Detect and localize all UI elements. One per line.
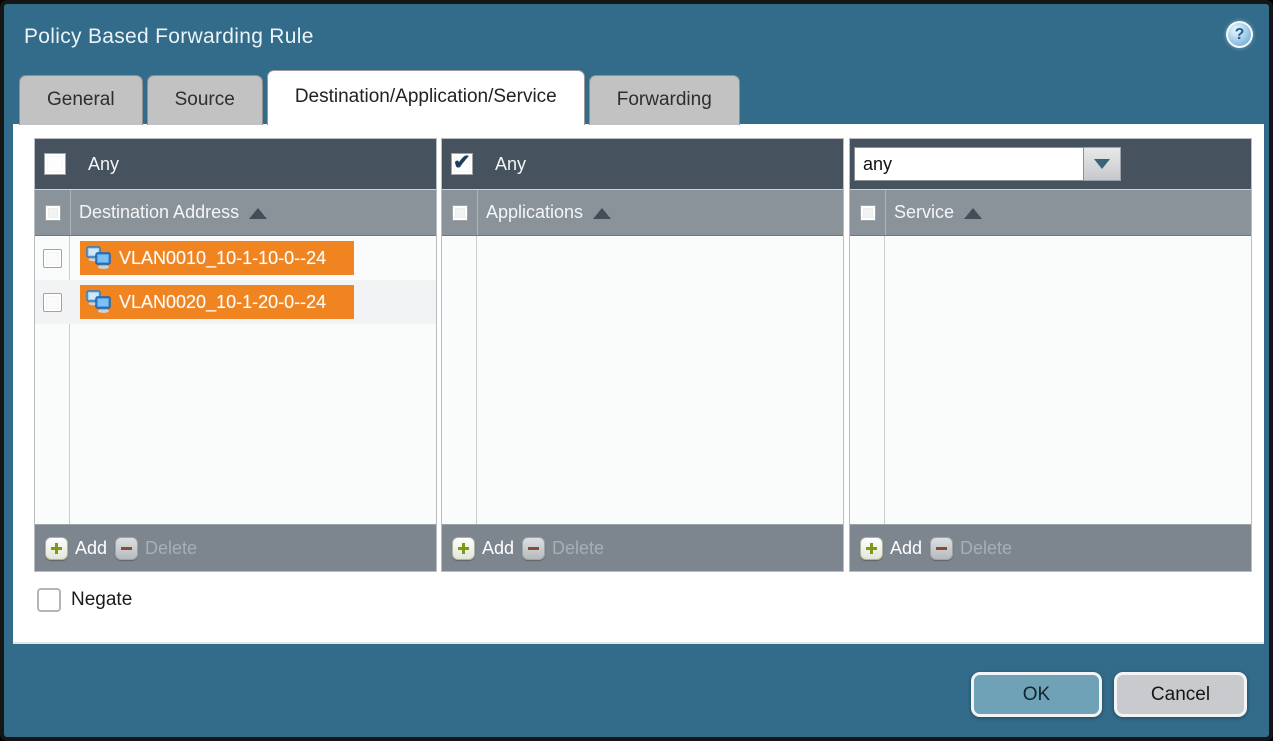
delete-minus-icon bbox=[115, 537, 138, 560]
delete-minus-icon bbox=[930, 537, 953, 560]
ok-button[interactable]: OK bbox=[971, 672, 1102, 717]
column-divider bbox=[477, 190, 478, 235]
applications-any-label: Any bbox=[495, 154, 526, 175]
delete-label: Delete bbox=[960, 538, 1012, 559]
tab-forwarding[interactable]: Forwarding bbox=[589, 75, 740, 125]
service-dropdown-button[interactable] bbox=[1084, 147, 1121, 181]
address-object-chip[interactable]: VLAN0010_10-1-10-0--24 bbox=[80, 241, 354, 275]
sort-ascending-icon[interactable] bbox=[964, 208, 982, 219]
delete-label: Delete bbox=[145, 538, 197, 559]
applications-column-header: Applications bbox=[442, 189, 843, 236]
destination-delete-button[interactable]: Delete bbox=[115, 537, 197, 560]
applications-select-all-checkbox[interactable] bbox=[452, 205, 468, 221]
destination-address-panel: Any Destination Address bbox=[34, 138, 437, 572]
applications-header-label: Applications bbox=[486, 202, 583, 223]
dialog-title: Policy Based Forwarding Rule bbox=[24, 25, 314, 49]
sort-ascending-icon[interactable] bbox=[249, 208, 267, 219]
applications-any-bar: Any bbox=[442, 139, 843, 189]
negate-row: Negate bbox=[37, 588, 132, 612]
service-add-button[interactable]: Add bbox=[860, 537, 922, 560]
tab-content: Any Destination Address bbox=[13, 124, 1264, 644]
help-icon[interactable]: ? bbox=[1226, 21, 1253, 48]
table-row[interactable]: VLAN0020_10-1-20-0--24 bbox=[35, 280, 436, 324]
service-panel: any Service Add bbox=[849, 138, 1252, 572]
delete-label: Delete bbox=[552, 538, 604, 559]
service-dropdown: any bbox=[854, 147, 1121, 181]
tab-destination-application-service[interactable]: Destination/Application/Service bbox=[267, 70, 585, 125]
tab-bar: General Source Destination/Application/S… bbox=[19, 74, 740, 125]
destination-actions-bar: Add Delete bbox=[35, 524, 436, 571]
service-dropdown-value[interactable]: any bbox=[854, 147, 1084, 181]
address-object-name: VLAN0010_10-1-10-0--24 bbox=[119, 248, 326, 269]
add-label: Add bbox=[75, 538, 107, 559]
destination-header-label: Destination Address bbox=[79, 202, 239, 223]
add-plus-icon bbox=[45, 537, 68, 560]
network-address-icon bbox=[86, 246, 112, 270]
network-address-icon bbox=[86, 290, 112, 314]
applications-actions-bar: Add Delete bbox=[442, 524, 843, 571]
service-header-label: Service bbox=[894, 202, 954, 223]
destination-column-header: Destination Address bbox=[35, 189, 436, 236]
table-row[interactable]: VLAN0010_10-1-10-0--24 bbox=[35, 236, 436, 280]
applications-list bbox=[442, 236, 843, 524]
title-bar: Policy Based Forwarding Rule ? bbox=[4, 4, 1269, 70]
sort-ascending-icon[interactable] bbox=[593, 208, 611, 219]
add-label: Add bbox=[890, 538, 922, 559]
negate-checkbox[interactable] bbox=[37, 588, 61, 612]
add-plus-icon bbox=[860, 537, 883, 560]
applications-any-checkbox[interactable] bbox=[451, 153, 473, 175]
service-actions-bar: Add Delete bbox=[850, 524, 1251, 571]
negate-label: Negate bbox=[71, 589, 132, 611]
service-column-header: Service bbox=[850, 189, 1251, 236]
cancel-button[interactable]: Cancel bbox=[1114, 672, 1247, 717]
tab-general[interactable]: General bbox=[19, 75, 143, 125]
service-any-bar: any bbox=[850, 139, 1251, 189]
address-object-chip[interactable]: VLAN0020_10-1-20-0--24 bbox=[80, 285, 354, 319]
tab-source[interactable]: Source bbox=[147, 75, 263, 125]
add-label: Add bbox=[482, 538, 514, 559]
column-divider bbox=[885, 190, 886, 235]
help-glyph: ? bbox=[1235, 27, 1245, 43]
add-plus-icon bbox=[452, 537, 475, 560]
chevron-down-icon bbox=[1094, 159, 1110, 169]
destination-select-all-checkbox[interactable] bbox=[45, 205, 61, 221]
applications-delete-button[interactable]: Delete bbox=[522, 537, 604, 560]
row-checkbox[interactable] bbox=[43, 293, 62, 312]
applications-panel: Any Applications Add Delete bbox=[441, 138, 844, 572]
service-list bbox=[850, 236, 1251, 524]
column-divider bbox=[70, 190, 71, 235]
policy-based-forwarding-dialog: Policy Based Forwarding Rule ? General S… bbox=[0, 0, 1273, 741]
destination-any-label: Any bbox=[88, 154, 119, 175]
applications-add-button[interactable]: Add bbox=[452, 537, 514, 560]
row-checkbox[interactable] bbox=[43, 249, 62, 268]
destination-any-bar: Any bbox=[35, 139, 436, 189]
destination-any-checkbox[interactable] bbox=[44, 153, 66, 175]
destination-list: VLAN0010_10-1-10-0--24 bbox=[35, 236, 436, 524]
checkbox-rail bbox=[442, 236, 477, 524]
delete-minus-icon bbox=[522, 537, 545, 560]
service-delete-button[interactable]: Delete bbox=[930, 537, 1012, 560]
service-select-all-checkbox[interactable] bbox=[860, 205, 876, 221]
checkbox-rail bbox=[850, 236, 885, 524]
address-object-name: VLAN0020_10-1-20-0--24 bbox=[119, 292, 326, 313]
destination-add-button[interactable]: Add bbox=[45, 537, 107, 560]
